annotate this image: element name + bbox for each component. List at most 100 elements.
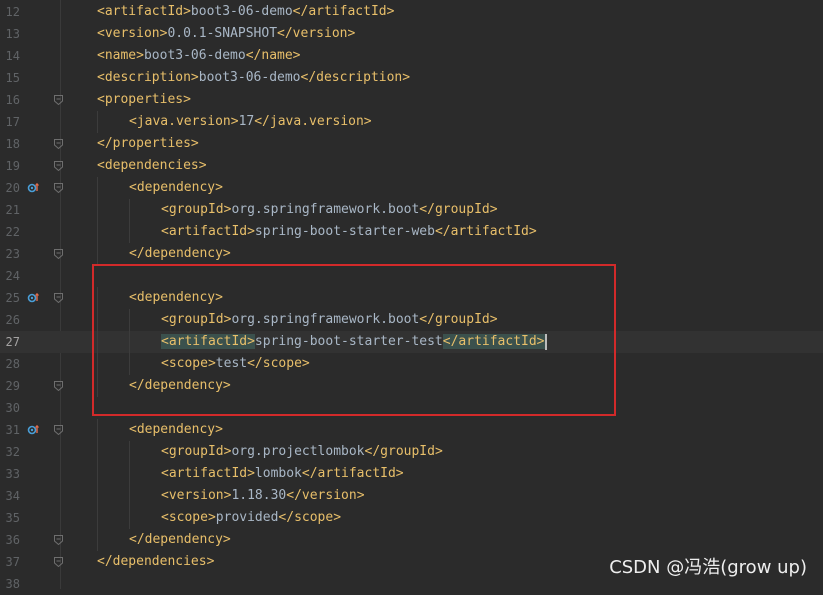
fold-icon[interactable] bbox=[54, 293, 63, 303]
code-line[interactable]: 32 <groupId>org.projectlombok</groupId> bbox=[0, 441, 823, 463]
fold-icon[interactable] bbox=[54, 557, 63, 567]
xml-open-tag: <properties> bbox=[97, 92, 191, 107]
xml-close-tag: </scope> bbox=[278, 510, 342, 525]
xml-text-value: 17 bbox=[238, 114, 255, 129]
indent-guide bbox=[129, 441, 130, 463]
fold-icon[interactable] bbox=[54, 249, 63, 259]
line-number: 22 bbox=[5, 225, 20, 239]
code-content: <artifactId>boot3-06-demo</artifactId> bbox=[97, 1, 394, 23]
line-number: 35 bbox=[5, 511, 20, 525]
code-line[interactable]: 36 </dependency> bbox=[0, 529, 823, 551]
code-line[interactable]: 13 <version>0.0.1-SNAPSHOT</version> bbox=[0, 23, 823, 45]
code-line[interactable]: 21 <groupId>org.springframework.boot</gro… bbox=[0, 199, 823, 221]
fold-icon[interactable] bbox=[54, 425, 63, 435]
xml-close-tag: </version> bbox=[277, 26, 356, 41]
code-content: <description>boot3-06-demo</description> bbox=[97, 67, 410, 89]
xml-open-tag: <scope> bbox=[161, 510, 216, 525]
fold-icon[interactable] bbox=[54, 161, 63, 171]
line-number: 31 bbox=[5, 423, 20, 437]
xml-text-value: boot3-06-demo bbox=[198, 70, 301, 85]
run-marker-icon[interactable] bbox=[27, 182, 39, 194]
xml-open-tag: <artifactId> bbox=[161, 224, 255, 239]
xml-open-tag: <dependencies> bbox=[97, 158, 207, 173]
code-editor[interactable]: 12 <artifactId>boot3-06-demo</artifactId>… bbox=[0, 0, 823, 591]
xml-close-tag: </dependency> bbox=[129, 246, 231, 261]
line-number: 14 bbox=[5, 49, 20, 63]
code-line[interactable]: 15 <description>boot3-06-demo</descriptio… bbox=[0, 67, 823, 89]
xml-close-tag: </properties> bbox=[97, 136, 199, 151]
xml-close-tag: </groupId> bbox=[364, 444, 443, 459]
code-line[interactable]: 31 <dependency> bbox=[0, 419, 823, 441]
fold-icon[interactable] bbox=[54, 535, 63, 545]
code-line[interactable]: 34 <version>1.18.30</version> bbox=[0, 485, 823, 507]
line-number: 20 bbox=[5, 181, 20, 195]
fold-icon[interactable] bbox=[54, 183, 63, 193]
indent-guide bbox=[97, 221, 98, 243]
code-line[interactable]: 22 <artifactId>spring-boot-starter-web</a… bbox=[0, 221, 823, 243]
code-line[interactable]: 19 <dependencies> bbox=[0, 155, 823, 177]
line-number: 12 bbox=[5, 5, 20, 19]
code-line[interactable]: 12 <artifactId>boot3-06-demo</artifactId> bbox=[0, 1, 823, 23]
code-line[interactable]: 14 <name>boot3-06-demo</name> bbox=[0, 45, 823, 67]
code-content: <version>1.18.30</version> bbox=[161, 485, 365, 507]
indent-guide bbox=[97, 419, 98, 441]
code-content: <version>0.0.1-SNAPSHOT</version> bbox=[97, 23, 355, 45]
line-number: 38 bbox=[5, 577, 20, 591]
run-marker-icon[interactable] bbox=[27, 292, 39, 304]
xml-open-tag: <dependency> bbox=[129, 180, 223, 195]
line-number: 13 bbox=[5, 27, 20, 41]
xml-close-tag: </java.version> bbox=[254, 114, 372, 129]
indent-guide bbox=[97, 199, 98, 221]
line-number: 27 bbox=[5, 335, 20, 349]
xml-open-tag: <dependency> bbox=[129, 422, 223, 437]
code-line[interactable]: 20 <dependency> bbox=[0, 177, 823, 199]
xml-text-value: boot3-06-demo bbox=[190, 4, 293, 19]
xml-close-tag: </artifactId> bbox=[292, 4, 395, 19]
run-marker-icon[interactable] bbox=[27, 424, 39, 436]
code-line[interactable]: 16 <properties> bbox=[0, 89, 823, 111]
xml-text-value: boot3-06-demo bbox=[143, 48, 246, 63]
code-content: </dependency> bbox=[129, 529, 231, 551]
indent-guide bbox=[97, 111, 98, 133]
code-content: <properties> bbox=[97, 89, 191, 111]
line-number: 25 bbox=[5, 291, 20, 305]
xml-open-tag: <groupId> bbox=[161, 444, 232, 459]
line-number: 23 bbox=[5, 247, 20, 261]
watermark: CSDN @冯浩(grow up) bbox=[609, 557, 807, 578]
indent-guide bbox=[129, 463, 130, 485]
code-line[interactable]: 35 <scope>provided</scope> bbox=[0, 507, 823, 529]
fold-icon[interactable] bbox=[54, 381, 63, 391]
code-content: <artifactId>spring-boot-starter-web</art… bbox=[161, 221, 537, 243]
xml-close-tag: </name> bbox=[245, 48, 301, 63]
code-line[interactable]: 18 </properties> bbox=[0, 133, 823, 155]
xml-open-tag: <version> bbox=[161, 488, 232, 503]
code-content: <artifactId>lombok</artifactId> bbox=[161, 463, 404, 485]
indent-guide bbox=[129, 199, 130, 221]
xml-open-tag: <description> bbox=[97, 70, 199, 85]
code-line[interactable]: 17 <java.version>17</java.version> bbox=[0, 111, 823, 133]
xml-text-value: spring-boot-starter-web bbox=[254, 224, 435, 239]
xml-open-tag: <version> bbox=[97, 26, 168, 41]
xml-close-tag: </groupId> bbox=[419, 202, 498, 217]
line-number: 36 bbox=[5, 533, 20, 547]
code-content: </dependencies> bbox=[97, 551, 214, 573]
fold-icon[interactable] bbox=[54, 95, 63, 105]
fold-icon[interactable] bbox=[54, 139, 63, 149]
line-number: 32 bbox=[5, 445, 20, 459]
xml-close-tag: </version> bbox=[286, 488, 365, 503]
xml-close-tag: </artifactId> bbox=[301, 466, 404, 481]
line-number: 28 bbox=[5, 357, 20, 371]
line-number: 33 bbox=[5, 467, 20, 481]
code-line[interactable]: 23 </dependency> bbox=[0, 243, 823, 265]
line-number: 37 bbox=[5, 555, 20, 569]
line-number: 29 bbox=[5, 379, 20, 393]
code-content: </dependency> bbox=[129, 243, 231, 265]
line-number: 21 bbox=[5, 203, 20, 217]
code-content: <java.version>17</java.version> bbox=[129, 111, 372, 133]
code-line[interactable]: 33 <artifactId>lombok</artifactId> bbox=[0, 463, 823, 485]
code-content: <name>boot3-06-demo</name> bbox=[97, 45, 301, 67]
code-content: <scope>provided</scope> bbox=[161, 507, 341, 529]
line-number: 34 bbox=[5, 489, 20, 503]
xml-close-tag: </dependency> bbox=[129, 532, 231, 547]
line-number: 19 bbox=[5, 159, 20, 173]
